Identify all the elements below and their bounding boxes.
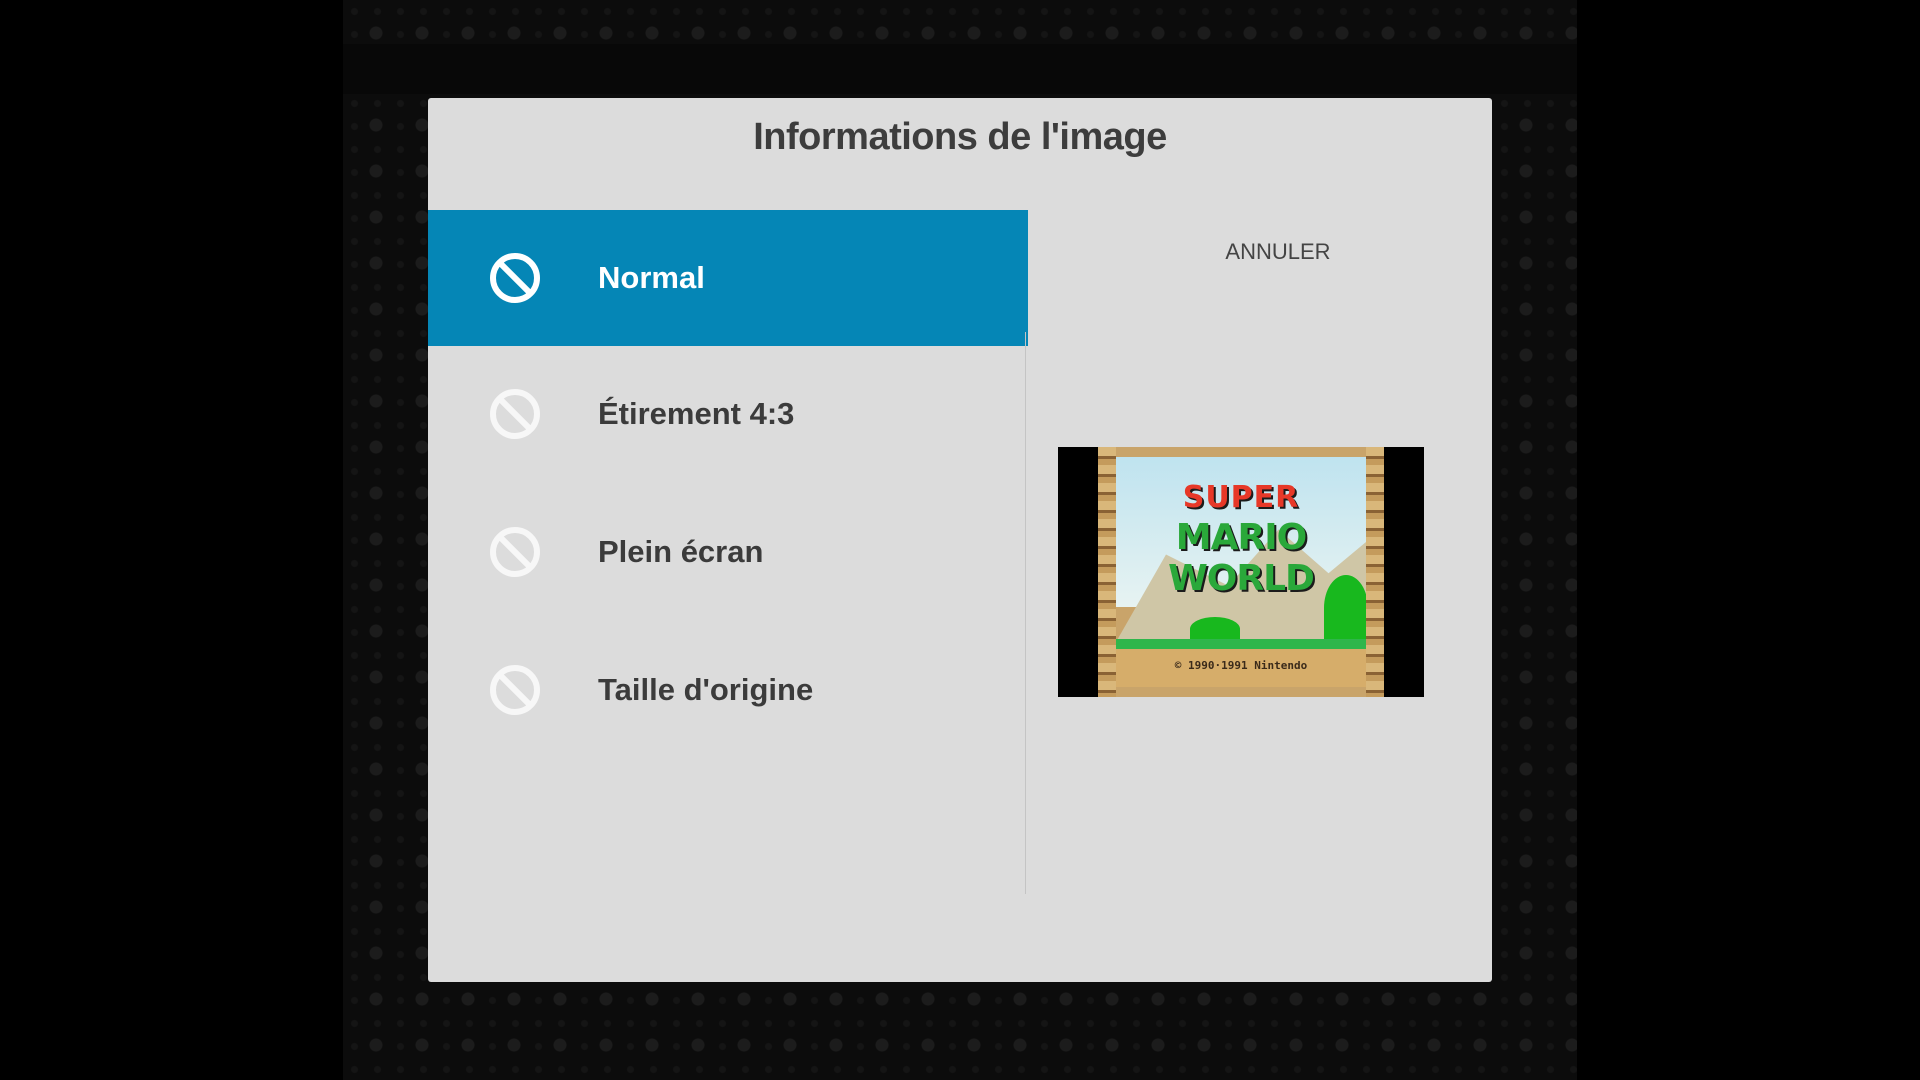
option-full-screen[interactable]: Plein écran xyxy=(428,484,1028,620)
dialog-title: Informations de l'image xyxy=(753,116,1167,158)
preview-thumbnail: SUPER MARIO WORLD © 1990·1991 Nintendo xyxy=(1058,447,1424,697)
column-divider xyxy=(1025,332,1026,894)
option-original-size[interactable]: Taille d'origine xyxy=(428,622,1028,758)
cancel-button[interactable]: ANNULER xyxy=(1128,232,1428,272)
preview-bush xyxy=(1190,617,1240,641)
preview-logo-title: MARIO WORLD xyxy=(1168,517,1315,599)
option-label: Étirement 4:3 xyxy=(598,396,795,431)
option-label: Taille d'origine xyxy=(598,672,814,707)
background-top-bar xyxy=(343,44,1577,94)
block-icon xyxy=(490,389,540,439)
option-label: Normal xyxy=(598,260,705,295)
aspect-options-list: Normal Étirement 4:3 Plein écran Taille … xyxy=(428,210,1028,896)
preview-logo-super: SUPER xyxy=(1182,480,1300,515)
block-icon xyxy=(490,527,540,577)
game-screenshot: SUPER MARIO WORLD © 1990·1991 Nintendo xyxy=(1098,447,1384,697)
option-stretch-4-3[interactable]: Étirement 4:3 xyxy=(428,346,1028,482)
image-info-dialog: Informations de l'image Normal Étirement… xyxy=(428,98,1492,982)
preview-grass xyxy=(1116,639,1366,649)
option-normal[interactable]: Normal xyxy=(428,210,1028,346)
block-icon xyxy=(490,665,540,715)
block-icon xyxy=(490,253,540,303)
preview-copyright: © 1990·1991 Nintendo xyxy=(1174,659,1308,672)
option-label: Plein écran xyxy=(598,534,764,569)
